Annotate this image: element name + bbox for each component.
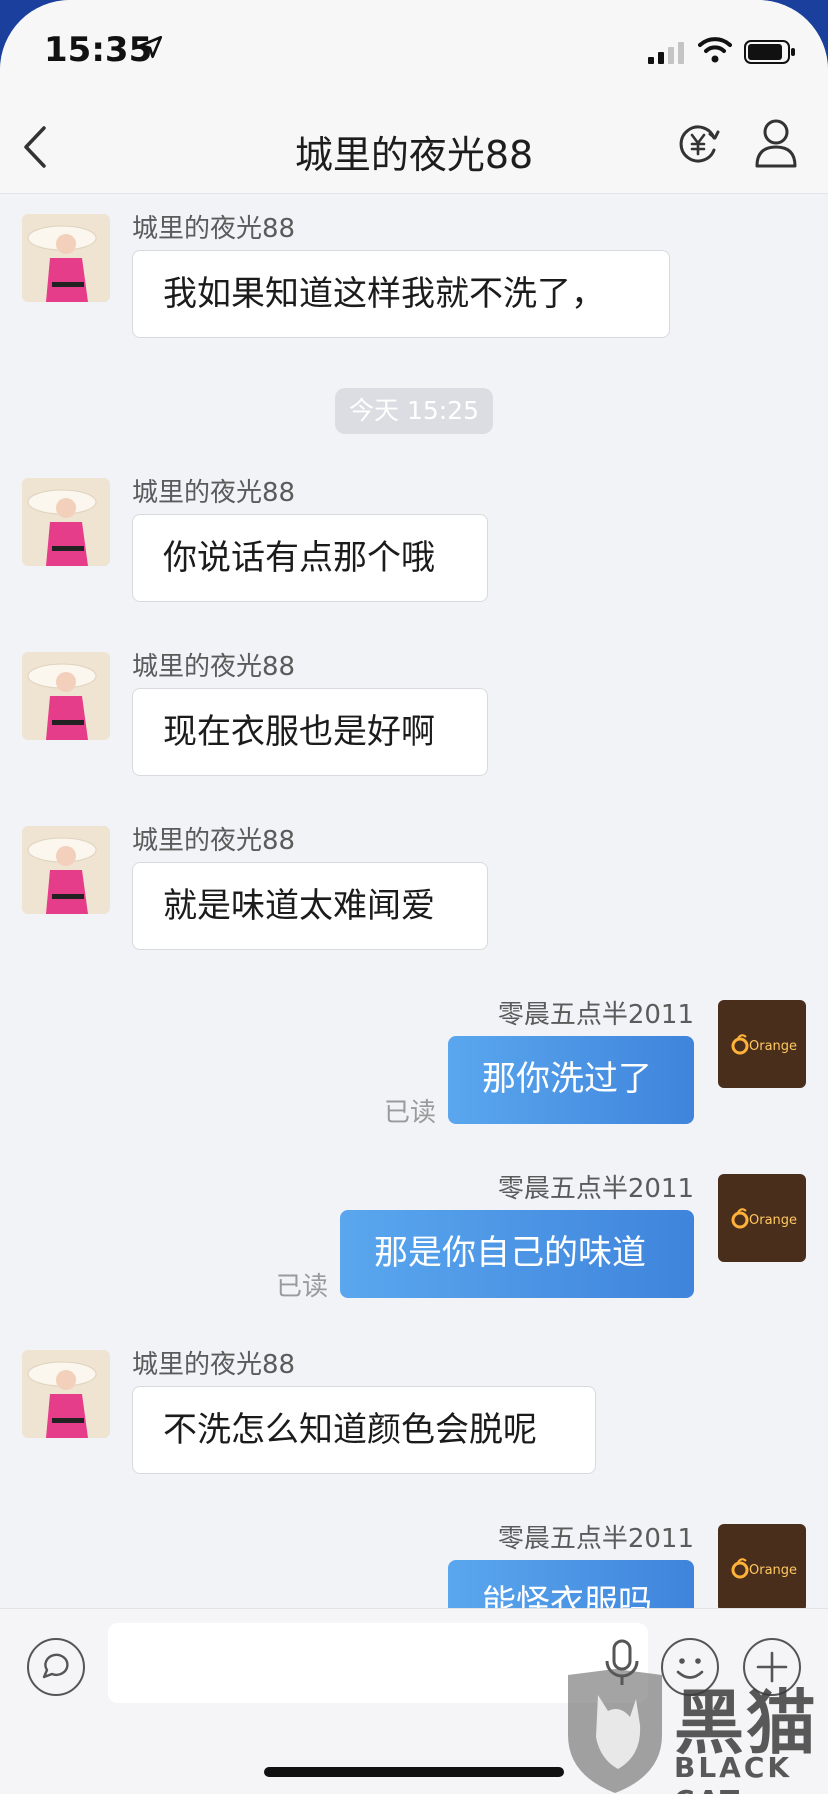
- message-bubble[interactable]: 就是味道太难闻爱: [132, 862, 488, 950]
- cellular-signal-icon: [648, 42, 684, 64]
- profile-icon[interactable]: [754, 118, 798, 170]
- message-list[interactable]: 城里的夜光88 我如果知道这样我就不洗了， 今天 15:25 城里的夜光88 你…: [0, 194, 828, 1608]
- read-receipt: 已读: [384, 1098, 437, 1128]
- sender-name: 城里的夜光88: [132, 652, 296, 682]
- wifi-icon: [698, 37, 732, 63]
- message-bubble[interactable]: 不洗怎么知道颜色会脱呢: [132, 1386, 596, 1474]
- sender-name: 城里的夜光88: [132, 214, 296, 244]
- self-avatar[interactable]: Orange: [718, 1174, 806, 1262]
- message-bubble[interactable]: 我如果知道这样我就不洗了，: [132, 250, 670, 338]
- contact-avatar[interactable]: [22, 652, 110, 740]
- sender-name: 城里的夜光88: [132, 478, 296, 508]
- sender-name: 零晨五点半2011: [497, 1174, 694, 1204]
- orange-logo-text: Orange: [749, 1213, 797, 1228]
- message-bubble[interactable]: 你说话有点那个哦: [132, 514, 488, 602]
- input-bar: 黑猫 BLACK CAT: [0, 1608, 828, 1794]
- speech-bubble-icon[interactable]: [26, 1637, 86, 1697]
- orange-logo-text: Orange: [749, 1039, 797, 1054]
- home-indicator[interactable]: [264, 1767, 564, 1777]
- message-bubble[interactable]: 能怪衣服吗: [448, 1560, 694, 1608]
- self-avatar[interactable]: Orange: [718, 1524, 806, 1608]
- contact-avatar[interactable]: [22, 478, 110, 566]
- watermark-text-en: BLACK CAT: [674, 1751, 793, 1794]
- read-receipt: 已读: [276, 1272, 329, 1302]
- orange-logo-text: Orange: [749, 1563, 797, 1578]
- message-bubble[interactable]: 那你洗过了: [448, 1036, 694, 1124]
- status-time: 15:35: [44, 30, 153, 70]
- status-bar: 15:35: [0, 0, 828, 100]
- message-bubble[interactable]: 现在衣服也是好啊: [132, 688, 488, 776]
- transfer-money-icon[interactable]: [676, 122, 720, 166]
- location-arrow-icon: [139, 35, 163, 59]
- contact-avatar[interactable]: [22, 214, 110, 302]
- sender-name: 零晨五点半2011: [497, 1000, 694, 1030]
- sender-name: 城里的夜光88: [132, 826, 296, 856]
- chat-screen: 15:35 城里的夜光88 城里的夜光88 我如果知道这样我就不洗了， 今天 1…: [0, 0, 828, 1794]
- blackcat-watermark: 黑猫 BLACK CAT: [556, 1665, 828, 1794]
- nav-bar: 城里的夜光88: [0, 100, 828, 194]
- message-bubble[interactable]: 那是你自己的味道: [340, 1210, 694, 1298]
- contact-avatar[interactable]: [22, 826, 110, 914]
- battery-icon: [744, 40, 795, 64]
- sender-name: 零晨五点半2011: [497, 1524, 694, 1554]
- sender-name: 城里的夜光88: [132, 1350, 296, 1380]
- contact-avatar[interactable]: [22, 1350, 110, 1438]
- self-avatar[interactable]: Orange: [718, 1000, 806, 1088]
- cat-shield-logo-icon: [568, 1669, 662, 1793]
- timestamp-divider: 今天 15:25: [335, 388, 493, 434]
